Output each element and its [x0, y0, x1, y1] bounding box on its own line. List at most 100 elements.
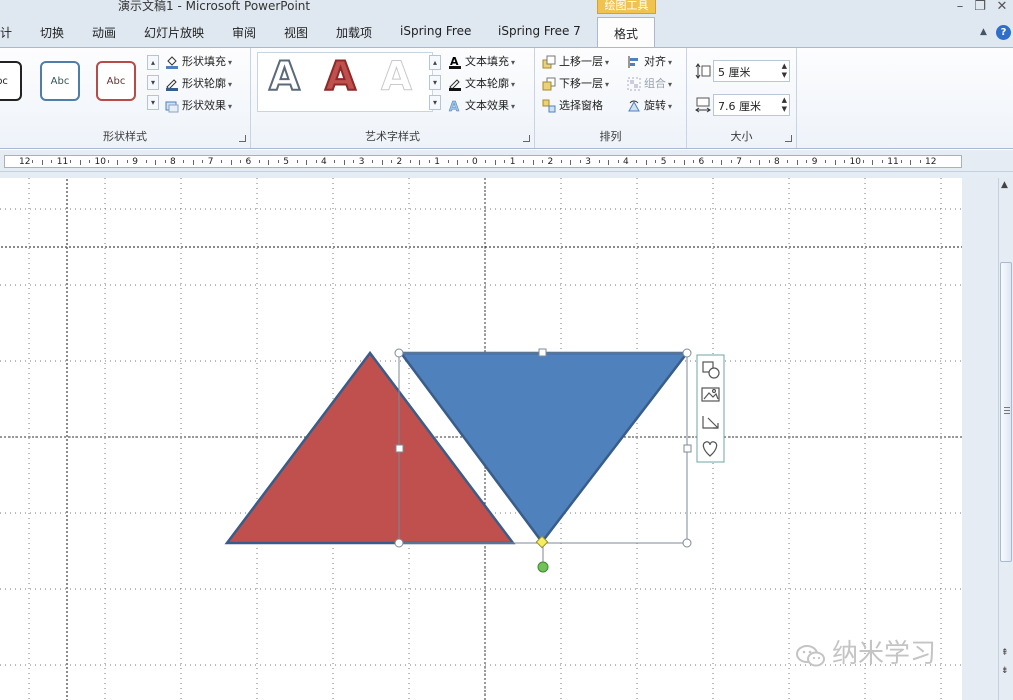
bring-forward-button[interactable]: 上移一层 ▾: [542, 53, 609, 69]
group-icon: [627, 77, 641, 91]
gallery-down-icon[interactable]: ▾: [147, 75, 159, 90]
vertical-scrollbar[interactable]: ▲ ⇞ ⇟: [998, 178, 1013, 700]
wordart-gallery-up-icon[interactable]: ▴: [429, 55, 441, 70]
align-button[interactable]: 对齐 ▾: [627, 53, 672, 69]
shape-width-field[interactable]: 7.6 厘米 ▲ ▼: [713, 94, 790, 116]
tab-animations[interactable]: 动画: [92, 24, 116, 41]
slide[interactable]: [0, 178, 962, 700]
width-spin-down-icon[interactable]: ▼: [782, 105, 787, 113]
selection-pane-icon: [542, 99, 556, 113]
ruler-tick: [391, 160, 393, 163]
minimize-ribbon-icon[interactable]: ▲: [976, 25, 991, 40]
ruler-tick: [107, 160, 109, 163]
size-launcher-icon[interactable]: [785, 135, 792, 142]
help-icon[interactable]: ?: [996, 25, 1011, 40]
ruler-tick: [192, 160, 194, 165]
ruler-label: 2: [547, 157, 554, 167]
shape-fill-button[interactable]: 形状填充 ▾: [165, 53, 232, 69]
text-outline-icon: [448, 77, 462, 91]
shape-style-swatch-3[interactable]: Abc: [96, 61, 136, 101]
wordart-styles-label: 艺术字样式: [365, 130, 420, 143]
shape-style-swatch-1[interactable]: bc: [0, 61, 22, 101]
ruler-label: 1: [509, 157, 516, 167]
wordart-styles-launcher-icon[interactable]: [523, 135, 530, 142]
ruler-tick: [825, 160, 827, 163]
minimize-icon[interactable]: –: [950, 0, 970, 14]
ruler-tick: [296, 160, 298, 163]
wordart-style-2[interactable]: A: [324, 53, 357, 101]
width-spin-up-icon[interactable]: ▲: [782, 96, 787, 104]
wechat-icon: [796, 644, 826, 666]
tab-addins[interactable]: 加载项: [336, 24, 372, 41]
text-outline-button[interactable]: 文本轮廓 ▾: [448, 75, 515, 91]
rotate-button[interactable]: 旋转 ▾: [627, 97, 672, 113]
ruler-tick: [419, 160, 421, 165]
tab-ispring-free-7[interactable]: iSpring Free 7: [498, 24, 581, 38]
gallery-up-icon[interactable]: ▴: [147, 55, 159, 70]
ribbon-tabs: 计 切换 动画 幻灯片放映 审阅 视图 加载项 iSpring Free iSp…: [0, 14, 1013, 49]
tab-view[interactable]: 视图: [284, 24, 308, 41]
shape-styles-group: bc Abc Abc ▴ ▾ ▾ 形状填充▾ 形状轮廓▾ 形状效果▾ 形状样式: [0, 48, 251, 148]
tab-format[interactable]: 格式: [597, 17, 655, 49]
ruler-tick: [617, 160, 619, 163]
context-tab-drawing-tools: 绘图工具: [597, 0, 656, 14]
tab-slideshow[interactable]: 幻灯片放映: [144, 24, 204, 41]
gallery-more-icon[interactable]: ▾: [147, 95, 159, 110]
width-icon: [695, 97, 711, 116]
height-spin-up-icon[interactable]: ▲: [782, 62, 787, 70]
ruler-tick: [428, 160, 430, 163]
text-fill-button[interactable]: A 文本填充 ▾: [448, 53, 515, 69]
ruler-label: 6: [698, 157, 705, 167]
ruler-tick: [683, 160, 685, 165]
group-button[interactable]: 组合 ▾: [627, 75, 672, 91]
tab-review[interactable]: 审阅: [232, 24, 256, 41]
wordart-gallery-more-icon[interactable]: ▾: [429, 95, 441, 110]
ruler-strip: 12 11 10 9 8 7 6 5 4 3 2 1 0 1 2 3 4 5 6 7 8 9 10 11 12: [4, 155, 962, 168]
ruler-tick: [51, 160, 53, 163]
tab-ispring-free[interactable]: iSpring Free: [400, 24, 471, 38]
wordart-style-3[interactable]: A: [381, 54, 413, 101]
tab-design[interactable]: 计: [0, 24, 12, 41]
ruler-tick: [343, 160, 345, 165]
selection-pane-button[interactable]: 选择窗格: [542, 97, 603, 113]
ruler-tick: [70, 160, 72, 163]
restore-icon[interactable]: ❐: [970, 0, 990, 14]
ruler-tick: [598, 160, 600, 163]
rotate-handle[interactable]: [537, 561, 549, 573]
arrange-label: 排列: [599, 130, 622, 143]
ruler-tick: [862, 160, 864, 163]
ruler-tick: [79, 160, 81, 165]
ruler-tick: [636, 160, 638, 163]
ruler-label: 6: [245, 157, 252, 167]
send-backward-button[interactable]: 下移一层 ▾: [542, 75, 609, 91]
ruler-label: 4: [623, 157, 629, 167]
ruler-tick: [155, 160, 157, 165]
close-icon[interactable]: ✕: [992, 0, 1012, 14]
ruler-tick: [711, 160, 713, 163]
ruler-tick: [306, 160, 308, 165]
shape-outline-button[interactable]: 形状轮廓 ▾: [165, 75, 232, 91]
ruler-label: 10: [849, 157, 861, 167]
ruler-tick: [560, 160, 562, 163]
shape-styles-launcher-icon[interactable]: [239, 135, 246, 142]
shape-height-field[interactable]: 5 厘米 ▲ ▼: [713, 60, 790, 82]
ruler-tick: [730, 160, 732, 163]
ruler-tick: [315, 160, 317, 163]
height-spin-down-icon[interactable]: ▼: [782, 71, 787, 79]
ruler-tick: [258, 160, 260, 163]
ruler-tick: [126, 160, 128, 163]
tab-transitions[interactable]: 切换: [40, 24, 64, 41]
align-icon: [627, 55, 641, 69]
ruler-tick: [230, 160, 232, 165]
wordart-style-1[interactable]: A: [268, 53, 301, 101]
scroll-prev-slide-icon[interactable]: ⇞: [1001, 648, 1009, 658]
wordart-gallery-down-icon[interactable]: ▾: [429, 75, 441, 90]
scrollbar-thumb[interactable]: [1000, 262, 1012, 562]
shape-style-swatch-2[interactable]: Abc: [40, 61, 80, 101]
ruler-tick: [457, 160, 459, 165]
scroll-next-slide-icon[interactable]: ⇟: [1001, 666, 1009, 676]
ruler-tick: [268, 160, 270, 165]
shape-effects-button[interactable]: 形状效果 ▾: [165, 97, 232, 113]
scroll-up-icon[interactable]: ▲: [1001, 180, 1008, 190]
text-effects-button[interactable]: A 文本效果 ▾: [448, 97, 515, 115]
